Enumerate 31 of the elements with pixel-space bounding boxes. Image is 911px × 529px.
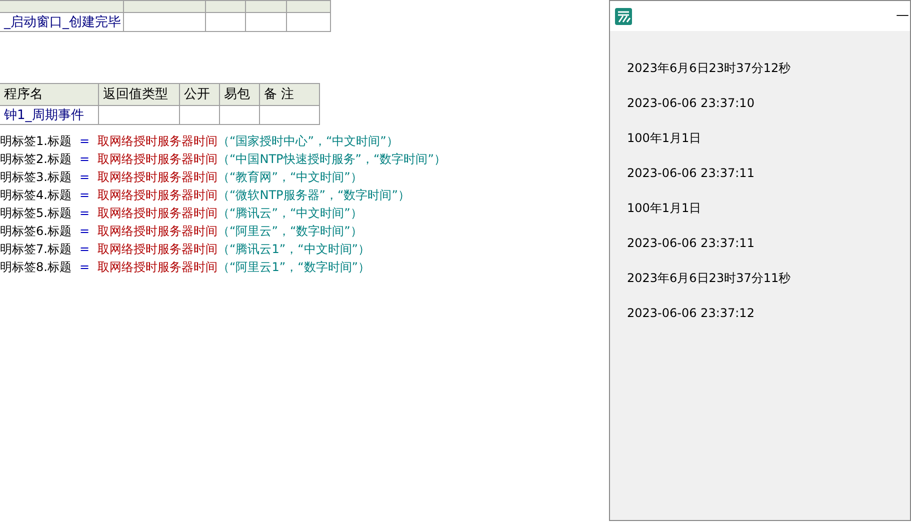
table-cell: _启动窗口_创建完毕	[0, 13, 124, 32]
code-line: 明标签6.标题 = 取网络授时服务器时间（“阿里云”，“数字时间”）	[0, 223, 364, 240]
time-label: 100年1月1日	[627, 200, 702, 217]
time-label: 100年1月1日	[627, 130, 702, 147]
table-cell	[206, 13, 246, 32]
code-line: 明标签7.标题 = 取网络授时服务器时间（“腾讯云1”，“中文时间”）	[0, 241, 372, 258]
code-line: 明标签1.标题 = 取网络授时服务器时间（“国家授时中心”，“中文时间”）	[0, 133, 400, 150]
code-line: 明标签2.标题 = 取网络授时服务器时间（“中国NTP快速授时服务”，“数字时间”）	[0, 151, 447, 168]
time-label: 2023年6月6日23时37分12秒	[627, 60, 792, 77]
code-line: 明标签3.标题 = 取网络授时服务器时间（“教育网”，“中文时间”）	[0, 169, 364, 186]
table-cell	[246, 13, 287, 32]
table-cell	[180, 106, 220, 125]
table-cell: 钟1_周期事件	[0, 106, 99, 125]
minimize-button[interactable]: —	[896, 1, 910, 31]
column-header: 程序名	[0, 84, 99, 106]
column-header: 易包	[220, 84, 260, 106]
code-line: 明标签4.标题 = 取网络授时服务器时间（“微软NTP服务器”，“数字时间”）	[0, 187, 411, 204]
time-label: 2023年6月6日23时37分11秒	[627, 270, 792, 287]
time-label: 2023-06-06 23:37:10	[627, 95, 756, 112]
table-cell	[287, 13, 331, 32]
app-logo-icon	[615, 8, 632, 24]
code-line: 明标签5.标题 = 取网络授时服务器时间（“腾讯云”，“中文时间”）	[0, 205, 364, 222]
time-label: 2023-06-06 23:37:11	[627, 235, 756, 252]
time-label: 2023-06-06 23:37:12	[627, 305, 756, 322]
column-header: 返回值类型	[99, 84, 180, 106]
column-header: 备 注	[260, 84, 320, 106]
table-cell	[260, 106, 320, 125]
column-header: 公开	[180, 84, 220, 106]
table-cell	[220, 106, 260, 125]
time-label: 2023-06-06 23:37:11	[627, 165, 756, 182]
code-line: 明标签8.标题 = 取网络授时服务器时间（“阿里云1”，“数字时间”）	[0, 259, 372, 276]
